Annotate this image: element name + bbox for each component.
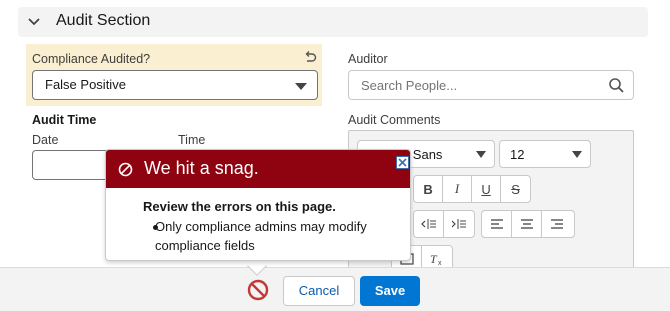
font-size-value: 12: [510, 147, 525, 162]
error-message: Only compliance admins may modify compli…: [155, 219, 367, 253]
strikethrough-button[interactable]: S: [501, 176, 530, 202]
chevron-down-icon: [28, 18, 40, 26]
caret-down-icon: [572, 151, 582, 158]
error-popover: We hit a snag. Review the errors on this…: [105, 149, 411, 261]
error-indicator-icon[interactable]: [246, 278, 270, 302]
time-label: Time: [178, 133, 206, 147]
caret-down-icon: [476, 151, 486, 158]
close-icon[interactable]: [396, 156, 409, 169]
section-title: Audit Section: [56, 12, 151, 29]
save-button[interactable]: Save: [360, 276, 420, 306]
auditor-search-input[interactable]: Search People...: [348, 70, 634, 100]
compliance-label: Compliance Audited?: [32, 52, 151, 66]
date-label: Date: [32, 133, 59, 147]
compliance-select-value: False Positive: [45, 77, 126, 92]
audit-comments-label: Audit Comments: [348, 113, 441, 127]
error-popover-header: We hit a snag.: [106, 150, 410, 188]
align-center-icon[interactable]: [512, 211, 542, 237]
error-summary: Review the errors on this page.: [143, 199, 336, 214]
caret-down-icon: [295, 83, 307, 90]
compliance-select[interactable]: False Positive: [32, 70, 318, 100]
alignment-group: [481, 210, 575, 238]
italic-button[interactable]: I: [443, 176, 473, 202]
indent-group: [413, 210, 475, 238]
align-left-icon[interactable]: [482, 211, 512, 237]
align-right-icon[interactable]: [542, 211, 572, 237]
error-icon: [118, 162, 133, 177]
svg-text:T: T: [430, 252, 438, 266]
font-size-select[interactable]: 12: [499, 140, 591, 168]
undo-icon[interactable]: [303, 50, 317, 64]
audit-section-header[interactable]: Audit Section: [18, 7, 648, 37]
search-icon[interactable]: [608, 77, 625, 94]
cancel-button[interactable]: Cancel: [283, 276, 355, 306]
auditor-search-placeholder: Search People...: [361, 78, 458, 93]
svg-text:x: x: [438, 260, 442, 266]
auditor-label: Auditor: [348, 52, 388, 66]
underline-button[interactable]: U: [472, 176, 502, 202]
outdent-icon[interactable]: [414, 211, 444, 237]
error-popover-title: We hit a snag.: [144, 158, 259, 178]
text-style-group: B I U S: [413, 175, 531, 203]
bold-button[interactable]: B: [414, 176, 444, 202]
audit-time-label: Audit Time: [32, 113, 97, 127]
indent-icon[interactable]: [444, 211, 474, 237]
